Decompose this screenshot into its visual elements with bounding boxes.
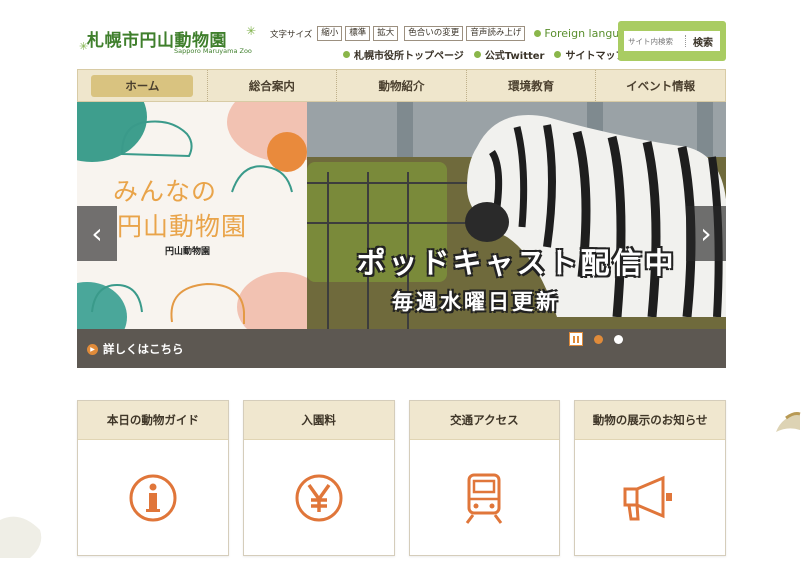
city-hall-label: 札幌市役所トップページ <box>354 51 464 62</box>
slide-details-label: 詳しくはこちら <box>103 342 184 356</box>
pause-icon <box>573 335 575 343</box>
yen-icon <box>295 474 343 521</box>
card-icon-area <box>575 440 725 555</box>
card-title: 本日の動物ガイド <box>78 401 228 440</box>
twitter-label: 公式Twitter <box>484 51 545 62</box>
logo-subtitle: Sapporo Maruyama Zoo <box>174 47 252 55</box>
chevron-right-icon: › <box>700 217 712 250</box>
goat-illustration-icon <box>231 165 293 193</box>
sitemap-link[interactable]: サイトマップ <box>554 47 625 62</box>
header-links: 札幌市役所トップページ 公式Twitter サイトマップ <box>343 47 625 62</box>
card-access[interactable]: 交通アクセス <box>408 400 561 556</box>
slide-details-link[interactable]: ▶ 詳しくはこちら <box>87 341 184 357</box>
nav-item-home[interactable]: ホーム <box>78 70 208 101</box>
bear-illustration-icon <box>120 120 193 158</box>
nav-label: ホーム <box>91 74 194 97</box>
search-button[interactable]: 検索 <box>686 34 720 49</box>
card-title: 入園料 <box>243 401 394 440</box>
site-header: ✳ ✳ 札幌市円山動物園 Sapporo Maruyama Zoo 文字サイズ … <box>0 0 802 68</box>
city-hall-link[interactable]: 札幌市役所トップページ <box>343 47 464 62</box>
slider-next-button[interactable]: › <box>686 206 726 261</box>
font-size-label: 文字サイズ <box>270 29 313 40</box>
sitemap-label: サイトマップ <box>565 51 626 62</box>
card-admission[interactable]: 入園料 <box>242 400 395 556</box>
utility-bar: 文字サイズ 縮小 標準 拡大 色合いの変更 音声読み上げ Foreign lan… <box>270 26 640 41</box>
nav-label: 環境教育 <box>508 78 555 93</box>
read-aloud-button[interactable]: 音声読み上げ <box>466 26 526 41</box>
font-size-normal-button[interactable]: 標準 <box>345 26 371 41</box>
logo-star-icon: ✳ <box>246 24 257 38</box>
panel-title: 円山動物園 <box>117 212 248 241</box>
search-input[interactable] <box>624 32 685 50</box>
global-nav: ホーム 総合案内 動物紹介 環境教育 イベント情報 <box>77 69 726 102</box>
nav-item-guide[interactable]: 総合案内 <box>208 70 338 101</box>
decorative-bird-icon <box>776 412 801 432</box>
slider-controls <box>569 332 623 346</box>
play-arrow-icon: ▶ <box>87 343 98 355</box>
elephant-illustration-icon <box>170 282 245 324</box>
slide-caption-bar: ▶ 詳しくはこちら <box>77 329 726 368</box>
nav-label: 総合案内 <box>248 78 295 93</box>
color-change-button[interactable]: 色合いの変更 <box>404 26 464 41</box>
panel-zoo-logo: 円山動物園 <box>165 247 211 257</box>
font-size-small-button[interactable]: 縮小 <box>317 26 343 41</box>
nav-item-education[interactable]: 環境教育 <box>467 70 597 101</box>
hero-photo-zebra[interactable]: ポッドキャスト配信中 毎週水曜日更新 <box>307 102 726 329</box>
card-icon-area <box>410 440 560 555</box>
quick-links: 本日の動物ガイド 入園料 交通アクセス 動物の展示のお知らせ <box>77 400 726 556</box>
card-icon-area <box>244 440 394 555</box>
nav-item-events[interactable]: イベント情報 <box>596 70 725 101</box>
hero-headline: ポッドキャスト配信中 <box>356 246 677 280</box>
nav-label: イベント情報 <box>626 78 696 93</box>
wire <box>307 182 467 184</box>
bullet-icon <box>534 30 542 37</box>
pause-button[interactable] <box>569 332 583 346</box>
megaphone-icon <box>623 475 673 520</box>
slider-prev-button[interactable]: ‹ <box>77 206 117 261</box>
card-animal-guide[interactable]: 本日の動物ガイド <box>77 400 229 556</box>
panel-title: みんなの <box>113 177 218 206</box>
hero-slider: みんなの 円山動物園 円山動物園 ポッドキャスト配信中 毎週水曜日更新 ‹ › … <box>77 102 726 368</box>
pause-icon <box>577 335 579 343</box>
nav-item-animals[interactable]: 動物紹介 <box>337 70 467 101</box>
font-size-large-button[interactable]: 拡大 <box>373 26 399 41</box>
card-icon-area <box>78 440 228 555</box>
polar-bear-illustration-icon <box>91 283 143 313</box>
bullet-icon <box>343 51 350 58</box>
slide-indicator-1[interactable] <box>594 334 603 344</box>
slide-indicator-2[interactable] <box>614 334 623 344</box>
train-icon <box>466 473 503 524</box>
card-exhibit-notice[interactable]: 動物の展示のお知らせ <box>574 400 726 556</box>
nav-label: 動物紹介 <box>378 78 425 93</box>
bullet-icon <box>473 51 481 58</box>
search-box: 検索 <box>618 21 726 61</box>
decorative-animal-icon <box>0 516 42 558</box>
info-icon <box>129 474 177 521</box>
twitter-link[interactable]: 公式Twitter <box>473 47 545 62</box>
wire <box>307 222 467 224</box>
card-title: 動物の展示のお知らせ <box>575 401 725 440</box>
chevron-left-icon: ‹ <box>91 217 103 250</box>
hero-subheadline: 毎週水曜日更新 <box>392 290 560 314</box>
bullet-icon <box>554 51 562 58</box>
card-title: 交通アクセス <box>409 401 560 440</box>
search-form: 検索 <box>624 31 720 51</box>
